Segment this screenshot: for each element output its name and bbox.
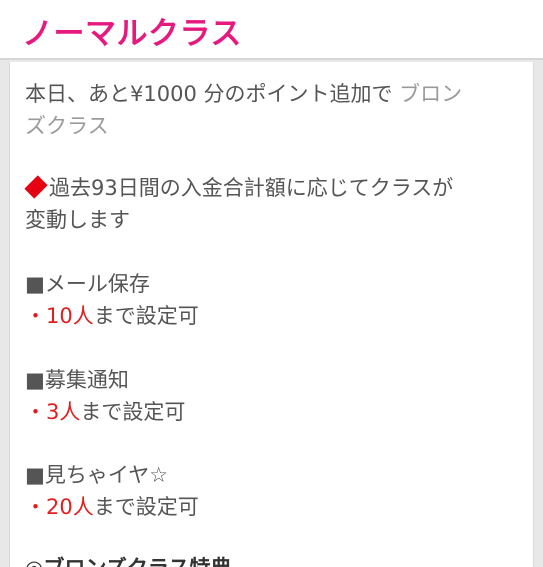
limit-suffix: まで設定可 (80, 400, 186, 424)
bullet: ・ (25, 400, 46, 424)
class-details-card: 本日、あと¥1000 分のポイント追加で ブロン ズクラス 過去93日間の入金合… (9, 62, 534, 567)
header-bar: ノーマルクラス (0, 0, 543, 60)
points-needed-label: 本日、あと¥1000 分のポイント追加で (25, 82, 393, 106)
limit-suffix: まで設定可 (93, 304, 199, 328)
class-info-text: 過去93日間の入金合計額に応じてクラスが (49, 176, 454, 200)
class-info-line: 過去93日間の入金合計額に応じてクラスが (24, 172, 454, 202)
section-limit-recruit-notice: ・3人まで設定可 (25, 396, 185, 426)
limit-count: 3人 (46, 400, 81, 424)
bullet: ・ (25, 304, 46, 328)
section-title-mail-storage: ■メール保存 (25, 272, 150, 296)
limit-suffix: まで設定可 (93, 495, 199, 519)
class-info-screen: ノーマルクラス 本日、あと¥1000 分のポイント追加で ブロン ズクラス 過去… (0, 0, 543, 567)
next-class-link-continued[interactable]: ズクラス (25, 110, 109, 140)
limit-count: 20人 (46, 495, 94, 519)
diamond-icon (24, 175, 48, 199)
section-limit-mail-storage: ・10人まで設定可 (25, 300, 199, 330)
page-title: ノーマルクラス (22, 16, 242, 52)
section-title-recruit-notice: ■募集通知 (25, 368, 129, 392)
section-title-block-viewing: ■見ちゃイヤ☆ (25, 463, 169, 487)
class-info-line-2: 変動します (25, 208, 130, 232)
bullet: ・ (25, 495, 46, 519)
limit-count: 10人 (46, 304, 94, 328)
points-needed-text: 本日、あと¥1000 分のポイント追加で ブロン (25, 78, 462, 108)
bronze-benefits-heading: ◎ブロンズクラス特典 (25, 552, 231, 567)
section-limit-block-viewing: ・20人まで設定可 (25, 491, 199, 521)
next-class-link[interactable]: ブロン (399, 82, 462, 106)
